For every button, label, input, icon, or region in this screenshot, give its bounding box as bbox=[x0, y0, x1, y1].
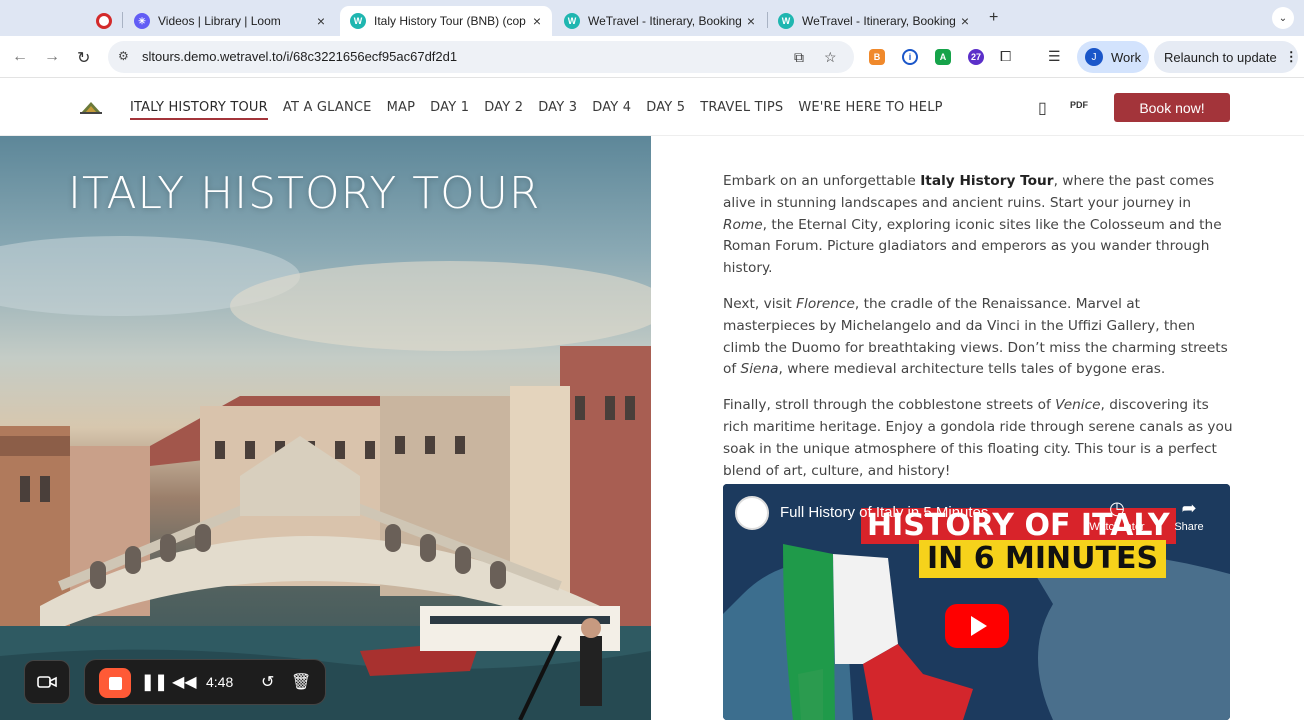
camera-toggle-button[interactable] bbox=[24, 660, 70, 704]
reload-icon[interactable]: ↻ bbox=[77, 48, 90, 68]
close-tab-icon[interactable]: × bbox=[528, 13, 546, 29]
tab-wetravel-1[interactable]: W WeTravel - Itinerary, Booking × bbox=[554, 6, 766, 36]
stop-icon bbox=[108, 676, 122, 690]
browser-tab-strip: ✳ Videos | Library | Loom × W Italy Hist… bbox=[0, 0, 1304, 36]
wetravel-icon: W bbox=[564, 13, 580, 29]
tab-wetravel-2[interactable]: W WeTravel - Itinerary, Booking × bbox=[768, 6, 980, 36]
venice-rialto-illustration bbox=[0, 236, 651, 720]
extension-purple-icon[interactable]: 27 bbox=[968, 49, 984, 65]
trash-icon[interactable]: 🗑 bbox=[291, 672, 311, 692]
channel-avatar[interactable] bbox=[735, 496, 769, 530]
address-bar[interactable]: ⚙ sltours.demo.wetravel.to/i/68c3221656e… bbox=[108, 41, 854, 73]
main-nav: ITALY HISTORY TOUR AT A GLANCE MAP DAY 1… bbox=[130, 100, 943, 120]
play-icon bbox=[971, 616, 987, 636]
extensions-puzzle-icon[interactable]: ⧠ bbox=[1000, 48, 1011, 65]
tab-loom-library[interactable]: ✳ Videos | Library | Loom × bbox=[124, 6, 336, 36]
reading-list-icon[interactable]: ☰ bbox=[1048, 48, 1061, 65]
browser-toolbar: ← → ↻ ⚙ sltours.demo.wetravel.to/i/68c32… bbox=[0, 36, 1304, 78]
recording-controls: ❚❚ ◀◀ 4:48 ↺ 🗑 bbox=[84, 659, 326, 705]
relaunch-button[interactable]: Relaunch to update ⋮ bbox=[1154, 41, 1298, 73]
nav-day-3[interactable]: DAY 3 bbox=[538, 100, 577, 120]
tab-title: Italy History Tour (BNB) (cop bbox=[374, 14, 526, 28]
nav-day-5[interactable]: DAY 5 bbox=[646, 100, 685, 120]
book-now-button[interactable]: Book now! bbox=[1114, 93, 1230, 122]
play-button[interactable] bbox=[945, 604, 1009, 648]
tour-description: Embark on an unforgettable Italy History… bbox=[723, 171, 1233, 496]
bookmark-star-icon[interactable]: ☆ bbox=[824, 49, 837, 66]
avatar: J bbox=[1085, 48, 1103, 66]
nav-at-a-glance[interactable]: AT A GLANCE bbox=[283, 100, 372, 120]
back-arrow-icon[interactable]: ← bbox=[12, 48, 28, 66]
wetravel-icon: W bbox=[778, 13, 794, 29]
loom-icon: ✳ bbox=[134, 13, 150, 29]
extension-orange-icon[interactable]: B bbox=[869, 49, 885, 65]
paragraph-rome: Embark on an unforgettable Italy History… bbox=[723, 173, 1222, 277]
nav-map[interactable]: MAP bbox=[387, 100, 416, 120]
hero-image: ITALY HISTORY TOUR bbox=[0, 136, 651, 720]
profile-label: Work bbox=[1111, 49, 1142, 65]
record-icon bbox=[96, 13, 112, 29]
restart-icon[interactable]: ↺ bbox=[261, 672, 274, 692]
extension-green-icon[interactable]: A bbox=[935, 49, 951, 65]
close-tab-icon[interactable]: × bbox=[742, 13, 760, 29]
hero-title: ITALY HISTORY TOUR bbox=[68, 168, 541, 219]
nav-day-4[interactable]: DAY 4 bbox=[592, 100, 631, 120]
tab-title: Videos | Library | Loom bbox=[158, 14, 281, 28]
tab-search-chevron-icon[interactable]: ⌄ bbox=[1272, 7, 1294, 29]
new-tab-icon[interactable]: + bbox=[989, 9, 998, 27]
thumbnail-subheadline: IN 6 MINUTES bbox=[919, 540, 1167, 578]
nav-day-1[interactable]: DAY 1 bbox=[430, 100, 469, 120]
url-text[interactable]: sltours.demo.wetravel.to/i/68c3221656ecf… bbox=[142, 49, 457, 64]
profile-button[interactable]: J Work bbox=[1077, 41, 1149, 73]
extension-blue-circle-icon[interactable]: i bbox=[902, 49, 918, 65]
nav-travel-tips[interactable]: TRAVEL TIPS bbox=[700, 100, 783, 120]
more-menu-icon[interactable]: ⋮ bbox=[1285, 49, 1298, 65]
forward-arrow-icon[interactable]: → bbox=[44, 48, 60, 66]
install-app-icon[interactable]: ⧉ bbox=[794, 49, 804, 66]
watch-later-button[interactable]: ◷ Watch later bbox=[1082, 498, 1152, 533]
site-settings-icon[interactable]: ⚙ bbox=[118, 49, 129, 63]
rewind-icon[interactable]: ◀◀ bbox=[172, 672, 197, 692]
paragraph-venice: Finally, stroll through the cobblestone … bbox=[723, 397, 1233, 479]
close-tab-icon[interactable]: × bbox=[956, 13, 974, 29]
share-button[interactable]: ➦ Share bbox=[1169, 498, 1209, 533]
nav-here-to-help[interactable]: WE'RE HERE TO HELP bbox=[798, 100, 942, 120]
site-logo[interactable] bbox=[80, 100, 102, 114]
paragraph-florence: Next, visit Florence, the cradle of the … bbox=[723, 295, 1228, 378]
share-arrow-icon: ➦ bbox=[1181, 498, 1197, 518]
pdf-download-icon[interactable]: PDF bbox=[1070, 100, 1088, 110]
clock-icon: ◷ bbox=[1109, 498, 1125, 518]
close-tab-icon[interactable]: × bbox=[312, 13, 330, 29]
relaunch-label: Relaunch to update bbox=[1164, 49, 1277, 65]
youtube-video-embed[interactable]: HISTORY OF ITALY IN 6 MINUTES Full Histo… bbox=[723, 484, 1230, 720]
pause-icon[interactable]: ❚❚ bbox=[141, 672, 168, 692]
mobile-phone-icon[interactable]: ▯ bbox=[1038, 98, 1047, 118]
video-camera-icon bbox=[37, 676, 57, 688]
tab-italy-history-tour[interactable]: W Italy History Tour (BNB) (cop × bbox=[340, 6, 552, 36]
wetravel-icon: W bbox=[350, 13, 366, 29]
site-header: ITALY HISTORY TOUR AT A GLANCE MAP DAY 1… bbox=[0, 79, 1304, 136]
tab-loom-recording[interactable] bbox=[86, 6, 122, 36]
nav-day-2[interactable]: DAY 2 bbox=[484, 100, 523, 120]
stop-recording-button[interactable] bbox=[99, 668, 131, 698]
tab-title: WeTravel - Itinerary, Booking bbox=[802, 14, 956, 28]
tab-title: WeTravel - Itinerary, Booking bbox=[588, 14, 742, 28]
recording-timer: 4:48 bbox=[206, 674, 234, 690]
video-title[interactable]: Full History of Italy in 5 Minutes bbox=[780, 504, 988, 521]
nav-italy-history-tour[interactable]: ITALY HISTORY TOUR bbox=[130, 100, 268, 120]
